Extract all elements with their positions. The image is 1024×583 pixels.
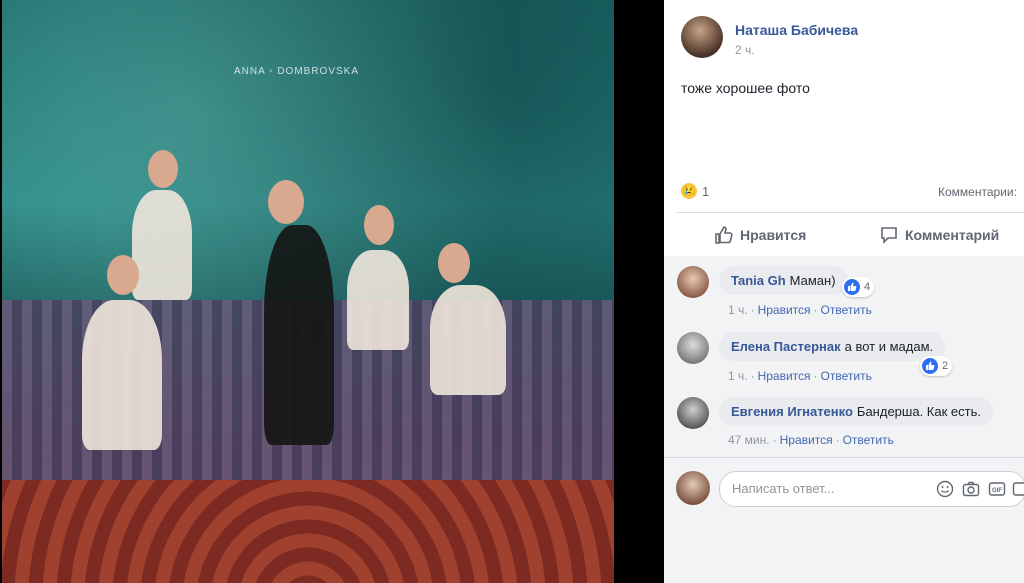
comment-like-link[interactable]: Нравится <box>780 433 833 447</box>
comment-like-link[interactable]: Нравится <box>758 303 811 317</box>
my-avatar[interactable] <box>676 471 710 505</box>
comment-like-link[interactable]: Нравится <box>758 369 811 383</box>
commenter-name[interactable]: Евгения Игнатенко <box>731 404 853 419</box>
author-name[interactable]: Наташа Бабичева <box>735 22 858 38</box>
photo-figure-head <box>107 255 139 295</box>
comment-time[interactable]: 1 ч. <box>728 303 748 317</box>
commenter-avatar[interactable] <box>677 397 709 429</box>
divider <box>664 457 1024 458</box>
like-count: 4 <box>864 281 871 293</box>
photo-rug <box>2 480 614 583</box>
post-time[interactable]: 2 ч. <box>735 43 755 57</box>
like-count: 2 <box>942 360 949 372</box>
comment-reply-link[interactable]: Ответить <box>843 433 894 447</box>
commenter-avatar[interactable] <box>677 332 709 364</box>
comment-reply-link[interactable]: Ответить <box>821 369 872 383</box>
like-button[interactable]: Нравится <box>714 224 806 246</box>
photo-figure <box>430 285 506 395</box>
comment-time[interactable]: 1 ч. <box>728 369 748 383</box>
photo-figure <box>347 250 409 350</box>
comment-bubble: Tania Gh Маман) <box>719 266 848 295</box>
post-panel: Наташа Бабичева 2 ч. тоже хорошее фото 😢… <box>664 0 1024 583</box>
photo-watermark: ANNA ◦ DOMBROVSKA <box>234 66 360 77</box>
comment-button-label: Комментарий <box>905 227 1000 243</box>
post-text: тоже хорошее фото <box>681 80 810 96</box>
like-badge-icon <box>922 358 938 374</box>
photo-figure-head <box>364 205 394 245</box>
photo-figure-head <box>148 150 178 188</box>
reaction-count[interactable]: 1 <box>702 184 709 199</box>
comment-like-count[interactable]: 2 <box>920 356 953 376</box>
author-avatar[interactable] <box>681 16 723 58</box>
sticker-icon[interactable] <box>1012 480 1024 498</box>
photo-figure <box>132 190 192 300</box>
svg-text:GIF: GIF <box>992 488 1002 494</box>
commenter-name[interactable]: Елена Пастернак <box>731 339 841 354</box>
comment-icon <box>881 227 897 244</box>
comment-meta: 1 ч. · Нравится · Ответить <box>728 369 872 383</box>
reply-input[interactable] <box>730 480 924 497</box>
commenter-name[interactable]: Tania Gh <box>731 273 786 288</box>
photo-figure-head <box>438 243 470 283</box>
comment-bubble: Евгения Игнатенко Бандерша. Как есть. <box>719 397 993 426</box>
comment-button[interactable]: Комментарий <box>879 224 999 246</box>
photo-figure <box>264 225 334 445</box>
commenter-avatar[interactable] <box>677 266 709 298</box>
photo-figure-head <box>268 180 304 224</box>
comment-reply-link[interactable]: Ответить <box>821 303 872 317</box>
thumbs-up-icon <box>715 226 733 244</box>
comment-text: а вот и мадам. <box>844 339 934 354</box>
comment-meta: 47 мин. · Нравится · Ответить <box>728 433 894 447</box>
comment-bubble: Елена Пастернак а вот и мадам. <box>719 332 946 361</box>
comment-text: Маман) <box>789 273 836 288</box>
gif-icon[interactable]: GIF <box>988 480 1006 498</box>
comment-text: Бандерша. Как есть. <box>856 404 981 419</box>
reply-composer[interactable]: GIF <box>719 471 1024 507</box>
photo-viewer: ANNA ◦ DOMBROVSKA <box>0 0 664 583</box>
emoji-icon[interactable] <box>936 480 954 498</box>
comments-section: Tania Gh Маман) 4 1 ч. · Нравится · Ответить … <box>664 256 1024 583</box>
like-badge-icon <box>844 279 860 295</box>
comment-like-count[interactable]: 4 <box>842 277 875 297</box>
comment-meta: 1 ч. · Нравится · Ответить <box>728 303 872 317</box>
comments-count[interactable]: Комментарии: <box>938 185 1017 199</box>
camera-icon[interactable] <box>962 480 980 498</box>
post-photo[interactable]: ANNA ◦ DOMBROVSKA <box>2 0 614 583</box>
like-button-label: Нравится <box>740 227 807 243</box>
photo-figure <box>82 300 162 450</box>
divider <box>676 212 1024 213</box>
comment-time[interactable]: 47 мин. <box>728 433 770 447</box>
sad-reaction-icon[interactable]: 😢 <box>681 183 697 199</box>
